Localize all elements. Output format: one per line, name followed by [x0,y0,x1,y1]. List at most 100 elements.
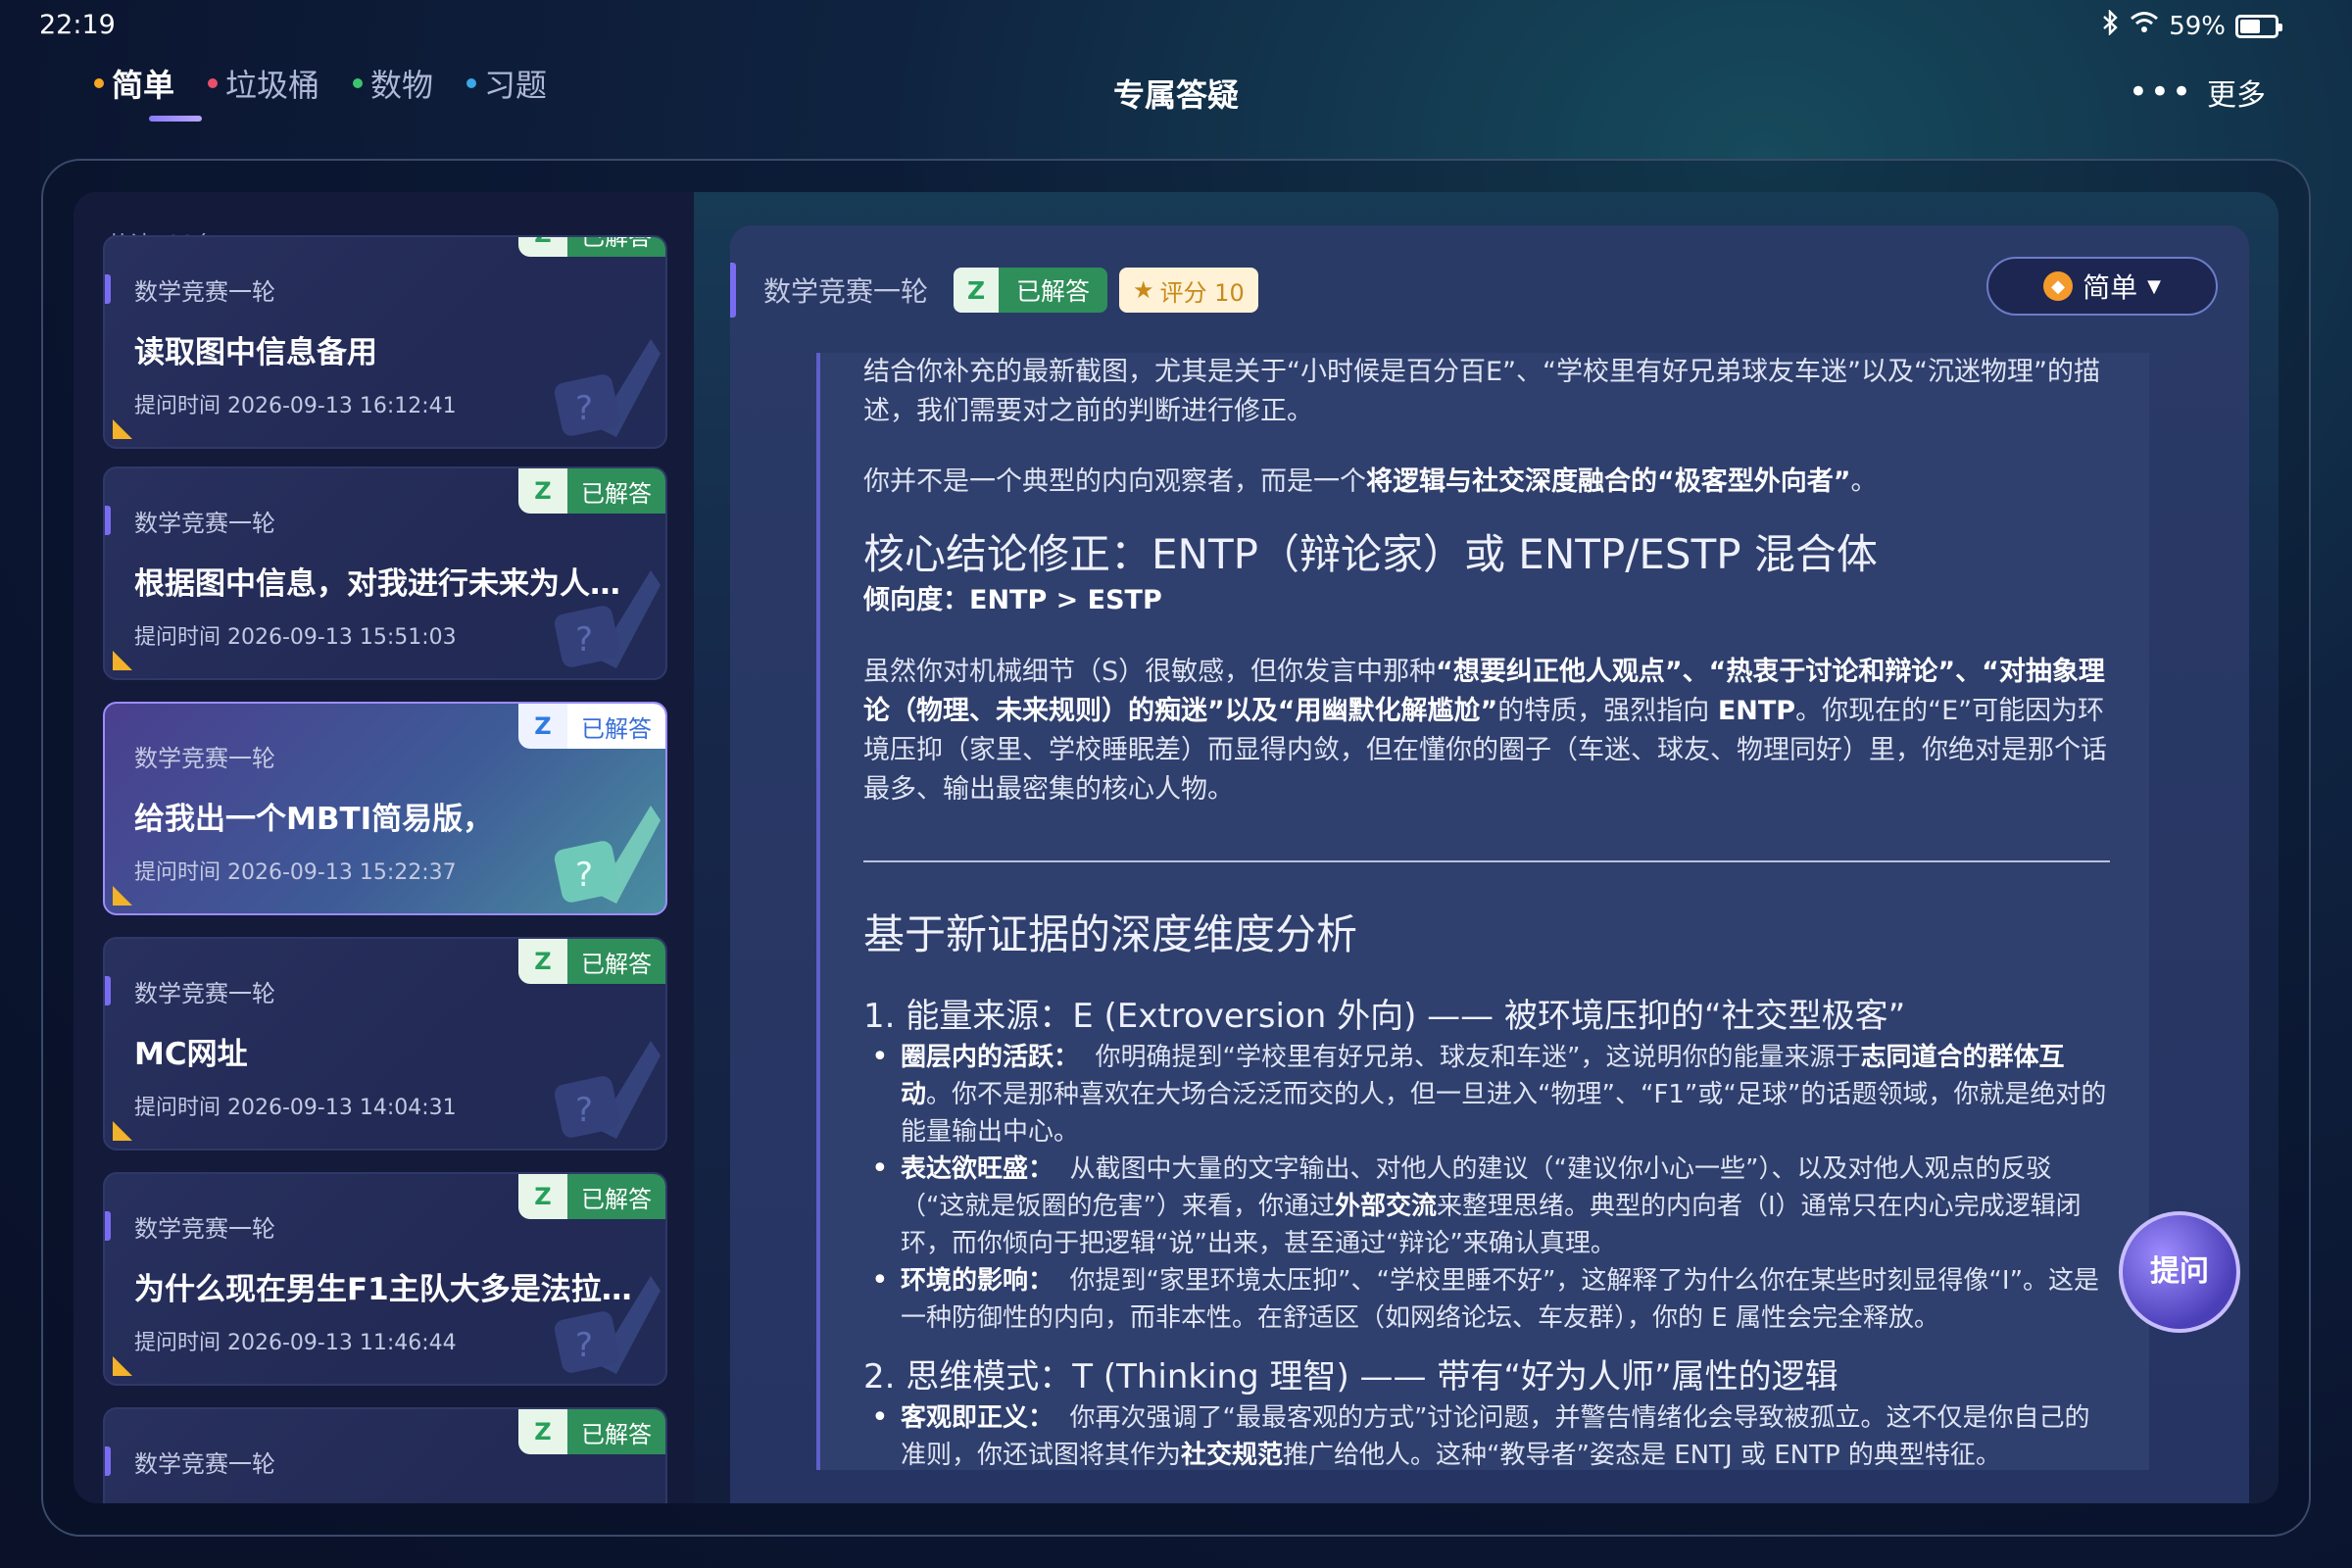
bluetooth-icon [2102,9,2120,42]
difficulty-dropdown[interactable]: ◆ 简单 ▼ [1986,257,2218,316]
text-span: 你明确提到“学校里有好兄弟、球友和车迷”，这说明你的能量来源于 [1095,1043,1861,1072]
question-deco-icon: ? [554,570,661,668]
list-item: 表达欲旺盛： 从截图中大量的文字输出、对他人的建议（“建议你小心一些”）、以及对… [869,1151,2110,1262]
card-category: 数学竞赛一轮 [134,1450,275,1478]
svg-text:?: ? [575,389,593,428]
status-badge: Z已解答 [518,1409,665,1454]
battery-fill [2240,19,2260,33]
z-logo-icon: Z [518,1409,567,1454]
bold-text: 将逻辑与社交深度融合的“极客型外向者” [1366,466,1851,497]
status-bar: 22:19 59% [0,0,2352,49]
tag-icon: ◆ [2043,271,2074,301]
corner-flag-icon [113,419,132,439]
z-logo-icon: Z [518,939,567,984]
list-item: 环境的影响： 你提到“家里环境太压抑”、“学校里睡不好”，这解释了为什么你在某些… [869,1262,2110,1337]
question-card[interactable]: 数学竞赛一轮 读取图中信息备用 提问时间 2026-09-13 16:12:41… [103,235,667,449]
question-card[interactable]: 数学竞赛一轮 根据图中信息，对我进行未来为人规划 提问时间 2026-09-13… [103,466,667,680]
text-span: 。你不是那种喜欢在大场合泛泛而交的人，但一旦进入“物理”、“F1”或“足球”的话… [901,1080,2107,1147]
divider [863,860,2110,862]
subsection-heading: 2. 思维模式：T (Thinking 理智) —— 带有“好为人师”属性的逻辑 [863,1357,1838,1396]
card-accent [105,274,111,304]
card-category: 数学竞赛一轮 [134,510,275,537]
question-card[interactable]: 数学竞赛一轮 Z 已解答 [103,1407,667,1503]
text-span: 推广给他人。这种“教导者”姿态是 ENTJ 或 ENTP 的典型特征。 [1283,1441,2001,1470]
status-text: 已解答 [567,468,665,514]
answer-panel: 数学竞赛一轮 Z 已解答 ★ 评分 10 ◆ 简单 ▼ 结合你补充的最新截图，尤其是… [730,225,2249,1503]
bullet-list: 客观即正义： 你再次强调了“最最客观的方式”讨论问题，并警告情绪化会导致被孤立。… [869,1399,2110,1470]
text-span: 的特质，强烈指向 [1497,696,1718,726]
svg-text:?: ? [575,1326,593,1365]
card-accent [105,976,111,1005]
question-list[interactable]: 共计109条 数学竞赛一轮 读取图中信息备用 提问时间 2026-09-13 1… [74,192,694,1503]
card-time: 提问时间 2026-09-13 14:04:31 [134,1096,457,1120]
corner-flag-icon [113,1356,132,1376]
battery-percent: 59% [2169,11,2226,41]
subsection-heading: 1. 能量来源：E (Extroversion 外向) —— 被环境压抑的“社交… [863,997,1906,1036]
status-badge: Z已解答 [954,268,1108,313]
answer-paragraph: 虽然你对机械细节（S）很敏感，但你发言中那种“想要纠正他人观点”、“热衷于讨论和… [863,653,2110,809]
question-card[interactable]: 数学竞赛一轮 MC网址 提问时间 2026-09-13 14:04:31 Z 已解… [103,937,667,1151]
card-accent [105,506,111,535]
z-logo-icon: Z [518,468,567,514]
status-text: 已解答 [567,1174,665,1219]
answer-header: 数学竞赛一轮 Z 已解答 ★ 评分 10 [730,263,1258,318]
status-text: 已解答 [567,704,665,749]
z-logo-icon: Z [518,237,567,257]
score-badge: ★ 评分 10 [1119,268,1258,313]
card-time: 提问时间 2026-09-13 16:12:41 [134,394,457,418]
answer-body[interactable]: 结合你补充的最新截图，尤其是关于“小时候是百分百E”、“学校里有好兄弟球友车迷”… [816,353,2149,1470]
list-item: 客观即正义： 你再次强调了“最最客观的方式”讨论问题，并警告情绪化会导致被孤立。… [869,1399,2110,1470]
answer-paragraph: 结合你补充的最新截图，尤其是关于“小时候是百分百E”、“学校里有好兄弟球友车迷”… [863,357,2100,426]
status-text: 已解答 [999,268,1108,313]
corner-flag-icon [113,886,132,906]
svg-text:?: ? [575,620,593,660]
bold-text: 环境的影响： [901,1266,1054,1296]
card-accent [105,1211,111,1241]
status-text: 已解答 [567,1409,665,1454]
question-card-selected[interactable]: 数学竞赛一轮 给我出一个MBTI简易版， 提问时间 2026-09-13 15:… [103,702,667,915]
text-span: 虽然你对机械细节（S）很敏感，但你发言中那种 [863,657,1437,687]
question-deco-icon: ? [554,339,661,437]
tendency-line: 倾向度：ENTP > ESTP [863,585,1162,615]
header-accent [730,263,736,318]
card-time: 提问时间 2026-09-13 15:22:37 [134,860,457,885]
svg-text:?: ? [575,856,593,895]
status-badge: Z已解答 [518,704,665,749]
bold-text: 外部交流 [1334,1192,1437,1221]
more-button[interactable]: ••• 更多 [2129,71,2266,114]
z-logo-icon: Z [518,1174,567,1219]
card-category: 数学竞赛一轮 [134,980,275,1007]
card-time: 提问时间 2026-09-13 11:46:44 [134,1331,457,1355]
bold-text: 社交规范 [1181,1441,1284,1470]
star-icon: ★ [1133,276,1154,304]
question-deco-icon: ? [554,1276,661,1374]
battery-icon [2235,14,2282,38]
bullet-list: 圈层内的活跃： 你明确提到“学校里有好兄弟、球友和车迷”，这说明你的能量来源于志… [869,1039,2110,1337]
question-card[interactable]: 数学竞赛一轮 为什么现在男生F1主队大多是法拉利… 提问时间 2026-09-1… [103,1172,667,1386]
text-span: 你并不是一个典型的内向观察者，而是一个 [863,466,1366,497]
status-icons: 59% [2102,9,2282,42]
status-badge: Z已解答 [518,468,665,514]
wifi-icon [2130,11,2159,41]
score-text: 评分 10 [1159,278,1245,307]
section-heading: 核心结论修正：ENTP（辩论家）或 ENTP/ESTP 混合体 [863,530,1878,578]
z-logo-icon: Z [518,704,567,749]
status-text: 已解答 [567,237,665,257]
card-time: 提问时间 2026-09-13 15:51:03 [134,625,457,650]
card-category: 数学竞赛一轮 [134,278,275,306]
corner-flag-icon [113,651,132,670]
section-heading: 基于新证据的深度维度分析 [863,910,1358,958]
main-panel: 共计109条 数学竞赛一轮 读取图中信息备用 提问时间 2026-09-13 1… [74,192,2278,1503]
svg-text:?: ? [575,1091,593,1130]
bold-text: ENTP [1717,696,1796,726]
text-span: 你提到“家里环境太压抑”、“学校里睡不好”，这解释了为什么你在某些时刻显得像“I… [901,1266,2100,1333]
corner-flag-icon [113,1121,132,1141]
ask-question-button[interactable]: 提问 [2119,1211,2240,1333]
status-time: 22:19 [39,10,116,40]
difficulty-label: 简单 [2082,271,2138,304]
text-span: 。 [1850,466,1878,497]
answer-content: 结合你补充的最新截图，尤其是关于“小时候是百分百E”、“学校里有好兄弟球友车迷”… [863,353,2110,1470]
more-label: 更多 [2207,78,2266,113]
bold-text: 圈层内的活跃： [901,1043,1080,1072]
answer-paragraph: 你并不是一个典型的内向观察者，而是一个将逻辑与社交深度融合的“极客型外向者”。 [863,463,2110,502]
